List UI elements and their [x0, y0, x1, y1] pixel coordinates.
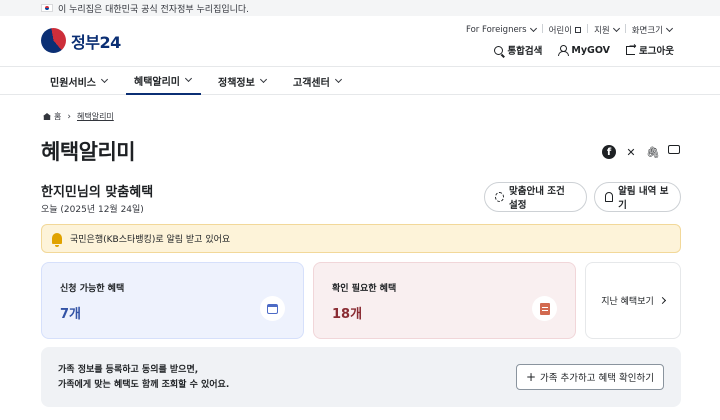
- mygov-button[interactable]: MyGOV: [558, 43, 610, 57]
- past-benefits-card[interactable]: 지난 혜택보기: [585, 262, 681, 339]
- chevron-down-icon: [665, 24, 674, 33]
- nav-civil-service[interactable]: 민원서비스: [50, 67, 109, 95]
- check-needed-card[interactable]: 확인 필요한 혜택 18개: [313, 262, 576, 339]
- logo[interactable]: 정부24: [41, 28, 121, 53]
- document-icon: [532, 296, 557, 321]
- header: 정부24 For Foreigners 어린이 지원 화면크기 통합검색 MyG…: [0, 16, 720, 66]
- breadcrumb-home[interactable]: 홈: [54, 111, 61, 122]
- header-actions: 통합검색 MyGOV 로그아웃: [478, 42, 674, 57]
- settings-button[interactable]: 맞춤안내 조건 설정: [484, 182, 587, 212]
- chevron-down-icon: [100, 75, 109, 84]
- chevron-right-icon: [658, 296, 666, 305]
- search-button[interactable]: 통합검색: [494, 43, 542, 57]
- notification-banner: 국민은행(KB스타뱅킹)로 알림 받고 있어요: [41, 224, 681, 253]
- card-label: 확인 필요한 혜택: [332, 284, 397, 294]
- chevron-down-icon: [334, 75, 342, 84]
- card-count: 7개: [60, 307, 82, 322]
- logout-button[interactable]: 로그아웃: [626, 42, 674, 57]
- past-benefits-label: 지난 혜택보기: [601, 297, 654, 307]
- external-link-icon: [575, 27, 582, 33]
- print-icon[interactable]: [668, 145, 680, 154]
- breadcrumb: 홈 › 혜택알리미: [43, 111, 114, 122]
- page-title: 혜택알리미: [41, 140, 136, 164]
- chevron-down-icon: [529, 24, 537, 33]
- bell-icon: [52, 233, 62, 247]
- chevron-down-icon: [612, 24, 620, 33]
- nav-benefit-alert[interactable]: 혜택알리미: [126, 67, 201, 95]
- gov-banner: 이 누리집은 대한민국 공식 전자정부 누리집입니다.: [0, 0, 720, 16]
- link-icon[interactable]: 🖇: [646, 145, 660, 159]
- x-icon[interactable]: ✕: [624, 145, 638, 159]
- user-icon: [558, 45, 570, 56]
- home-icon: [43, 113, 51, 120]
- logout-icon: [626, 42, 637, 55]
- bell-icon: [605, 192, 614, 202]
- share-toolbar: f ✕ 🖇: [594, 145, 680, 159]
- gov-banner-text: 이 누리집은 대한민국 공식 전자정부 누리집입니다.: [58, 4, 250, 15]
- government-emblem-icon: [41, 28, 66, 53]
- util-kids[interactable]: 어린이: [549, 24, 582, 36]
- available-benefits-card[interactable]: 신청 가능한 혜택 7개: [41, 262, 304, 339]
- add-family-button[interactable]: + 가족 추가하고 혜택 확인하기: [515, 364, 664, 390]
- breadcrumb-current[interactable]: 혜택알리미: [77, 111, 114, 122]
- logo-text: 정부24: [71, 32, 121, 52]
- card-label: 신청 가능한 혜택: [60, 284, 125, 294]
- nav-policy-info[interactable]: 정책정보: [218, 67, 267, 95]
- notification-text: 국민은행(KB스타뱅킹)로 알림 받고 있어요: [70, 235, 231, 245]
- util-font-size[interactable]: 화면크기: [632, 24, 674, 36]
- plus-icon: +: [525, 370, 537, 384]
- nav-customer-center[interactable]: 고객센터: [293, 67, 342, 95]
- benefit-subheading: 한지민님의 맞춤혜택: [41, 185, 154, 200]
- util-support[interactable]: 지원: [594, 24, 620, 36]
- korean-flag-icon: [41, 4, 53, 12]
- utility-menu: For Foreigners 어린이 지원 화면크기: [466, 24, 674, 36]
- chevron-down-icon: [184, 74, 193, 83]
- family-benefit-box: 가족 정보를 등록하고 동의를 받으면, 가족에게 맞는 혜택도 함께 조회할 …: [41, 347, 681, 407]
- main-nav: 민원서비스 혜택알리미 정책정보 고객센터: [0, 66, 720, 95]
- family-info-text: 가족 정보를 등록하고 동의를 받으면, 가족에게 맞는 혜택도 함께 조회할 …: [58, 365, 230, 390]
- today-date: 오늘 (2025년 12월 24일): [41, 205, 144, 215]
- search-icon: [494, 45, 504, 55]
- chevron-down-icon: [259, 75, 267, 84]
- breadcrumb-separator: ›: [67, 111, 71, 122]
- calendar-icon: [260, 296, 285, 321]
- history-button[interactable]: 알림 내역 보기: [594, 182, 681, 212]
- facebook-icon[interactable]: f: [602, 145, 616, 159]
- util-foreigners[interactable]: For Foreigners: [466, 24, 537, 36]
- card-count: 18개: [332, 307, 363, 322]
- gear-icon: [495, 192, 504, 202]
